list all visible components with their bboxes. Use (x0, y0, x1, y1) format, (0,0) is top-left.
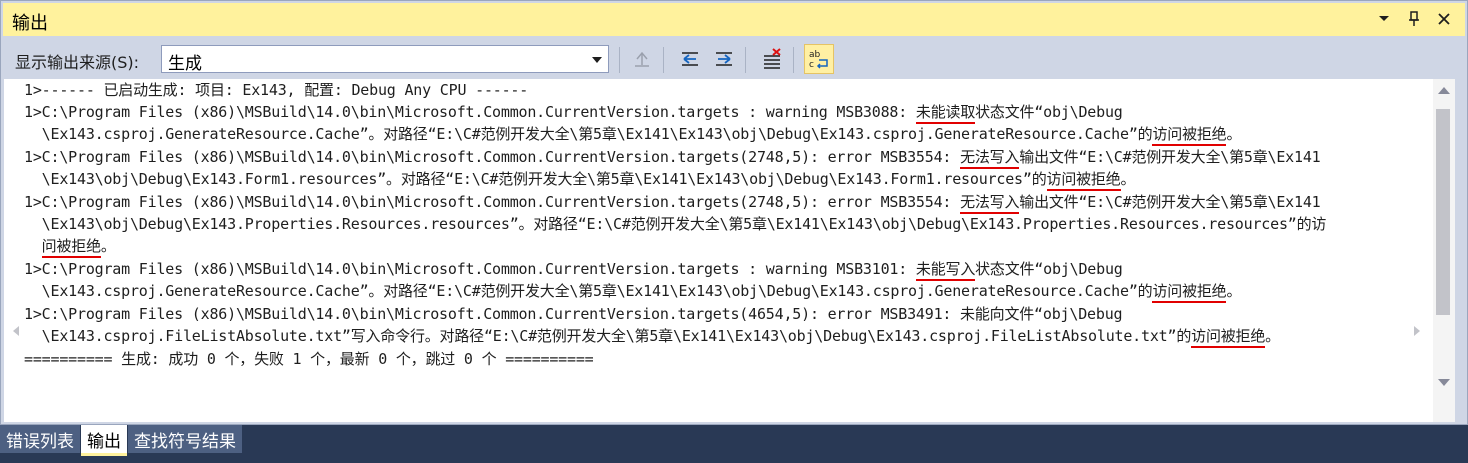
output-line: 1>C:\Program Files (x86)\MSBuild\14.0\bi… (24, 101, 1123, 124)
output-line: 1>C:\Program Files (x86)\MSBuild\14.0\bi… (24, 258, 1123, 281)
scroll-left-icon[interactable] (13, 326, 19, 336)
source-label: 显示输出来源(S): (15, 53, 140, 72)
toolbar-divider (619, 47, 620, 73)
word-wrap-icon[interactable]: ab c (804, 44, 834, 74)
highlighted-phrase: 无法写入 (960, 193, 1019, 214)
chevron-down-icon (592, 57, 602, 63)
scroll-right-icon[interactable] (1414, 326, 1420, 336)
close-icon[interactable] (1435, 9, 1453, 29)
output-line: \Ex143\obj\Debug\Ex143.Form1.resources”。… (24, 168, 1136, 191)
output-line: \Ex143.csproj.GenerateResource.Cache”。对路… (24, 123, 1241, 146)
tab-find-symbol-results[interactable]: 查找符号结果 (128, 425, 242, 453)
highlighted-phrase: 问被拒绝 (1205, 327, 1265, 348)
toolbar-divider (663, 47, 664, 73)
highlighted-phrase: 问被拒绝 (1061, 170, 1121, 191)
svg-text:c: c (809, 60, 814, 70)
output-line: \Ex143\obj\Debug\Ex143.Properties.Resour… (24, 215, 1327, 233)
highlighted-phrase: 访问被拒绝 (1152, 125, 1227, 146)
pin-icon[interactable] (1405, 9, 1423, 29)
svg-text:ab: ab (809, 50, 821, 60)
align-right-icon[interactable] (711, 46, 737, 72)
highlighted-phrase: 访问被拒绝 (1191, 327, 1265, 348)
tab-output[interactable]: 输出 (81, 425, 127, 456)
output-text-area[interactable]: 1>------ 已启动生成: 项目: Ex143, 配置: Debug Any… (4, 79, 1454, 422)
highlighted-phrase: 未能写入 (915, 260, 975, 281)
toolbar-divider (745, 47, 746, 73)
tab-error-list[interactable]: 错误列表 (0, 425, 80, 453)
highlighted-phrase: 访问被拒绝 (1152, 282, 1227, 303)
output-source-value: 生成 (168, 54, 202, 74)
output-line: 问被拒绝。 (24, 235, 116, 258)
go-to-previous-icon[interactable] (629, 46, 655, 72)
highlighted-phrase: 无法写入 (960, 148, 1019, 169)
window-title: 输出 (12, 13, 48, 34)
highlighted-phrase: 访问被拒绝 (1046, 170, 1121, 191)
output-window: 输出 显示输出来源(S): 生成 ab c 1>------ 已启动生成: 项目… (0, 0, 1468, 425)
highlighted-phrase: 未能读取 (915, 103, 975, 124)
output-line: 1>------ 已启动生成: 项目: Ex143, 配置: Debug Any… (24, 81, 529, 99)
clear-all-icon[interactable] (759, 46, 785, 72)
scroll-thumb[interactable] (1436, 109, 1450, 315)
bottom-tab-strip: 错误列表 输出 查找符号结果 (0, 425, 243, 456)
highlighted-phrase: 问被拒绝 (1167, 125, 1227, 146)
output-line: 1>C:\Program Files (x86)\MSBuild\14.0\bi… (24, 146, 1321, 169)
output-source-select[interactable]: 生成 (161, 45, 609, 74)
output-line: \Ex143.csproj.FileListAbsolute.txt”写入命令行… (24, 325, 1280, 348)
scroll-down-icon[interactable] (1438, 379, 1450, 386)
output-line: ========== 生成: 成功 0 个，失败 1 个，最新 0 个，跳过 0… (24, 350, 594, 368)
title-bar[interactable]: 输出 (3, 3, 1465, 36)
highlighted-phrase: 问被拒绝 (1167, 282, 1227, 303)
highlighted-phrase: 问被拒绝 (41, 237, 101, 258)
output-line: 1>C:\Program Files (x86)\MSBuild\14.0\bi… (24, 305, 1123, 323)
output-line: \Ex143.csproj.GenerateResource.Cache”。对路… (24, 280, 1241, 303)
toolbar-divider (793, 47, 794, 73)
output-toolbar: 显示输出来源(S): 生成 ab c (3, 37, 1465, 77)
align-left-icon[interactable] (677, 46, 703, 72)
scroll-up-icon[interactable] (1438, 87, 1450, 94)
output-line: 1>C:\Program Files (x86)\MSBuild\14.0\bi… (24, 191, 1321, 214)
vertical-scrollbar[interactable] (1433, 79, 1455, 422)
window-menu-icon[interactable] (1375, 9, 1393, 29)
